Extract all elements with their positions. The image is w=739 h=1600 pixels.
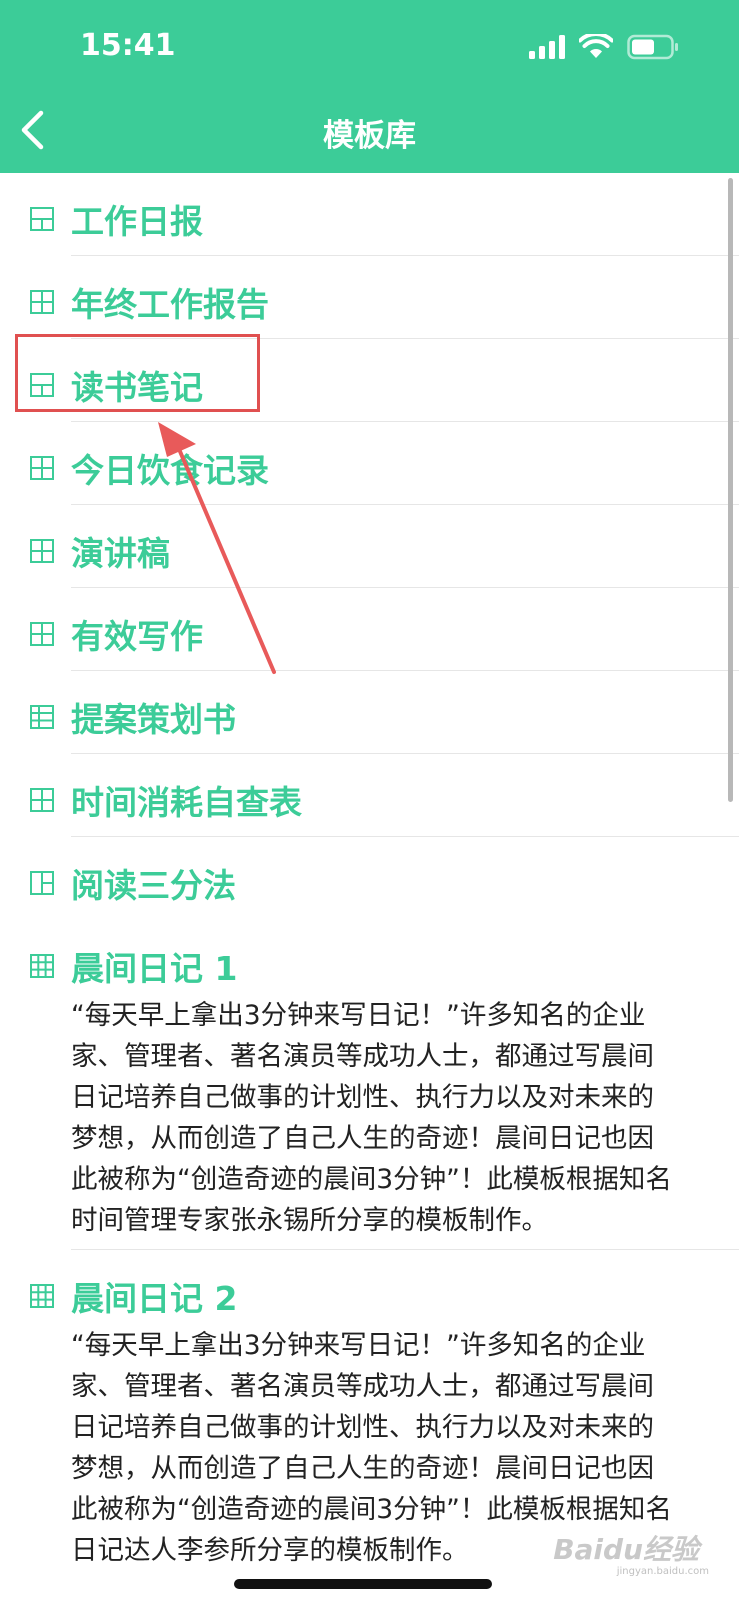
table-template-icon bbox=[30, 871, 54, 895]
template-label: 工作日报 bbox=[71, 202, 203, 241]
wifi-icon bbox=[579, 34, 613, 58]
table-template-icon bbox=[30, 290, 54, 314]
template-label: 晨间日记 2 bbox=[71, 1279, 238, 1318]
table-template-icon bbox=[30, 456, 54, 480]
table-template-icon bbox=[30, 788, 54, 812]
template-item-speech[interactable]: 演讲稿 bbox=[0, 505, 739, 588]
grid-template-icon bbox=[30, 1284, 54, 1308]
template-label: 年终工作报告 bbox=[71, 285, 269, 324]
template-label: 阅读三分法 bbox=[71, 866, 236, 905]
status-icons bbox=[529, 34, 679, 60]
template-label: 有效写作 bbox=[71, 617, 203, 656]
template-item-annual-report[interactable]: 年终工作报告 bbox=[0, 256, 739, 339]
page-title: 模板库 bbox=[323, 118, 416, 154]
status-time: 15:41 bbox=[80, 28, 176, 63]
highlight-box bbox=[15, 334, 260, 412]
template-label: 演讲稿 bbox=[71, 534, 170, 573]
signal-icon bbox=[529, 35, 565, 59]
template-label: 晨间日记 1 bbox=[71, 949, 238, 988]
table-template-icon bbox=[30, 539, 54, 563]
template-label: 今日饮食记录 bbox=[71, 451, 269, 490]
table-template-icon bbox=[30, 622, 54, 646]
template-label: 时间消耗自查表 bbox=[71, 783, 302, 822]
template-label: 提案策划书 bbox=[71, 700, 236, 739]
grid-template-icon bbox=[30, 954, 54, 978]
scrollbar[interactable] bbox=[728, 178, 733, 802]
template-item-work-daily[interactable]: 工作日报 bbox=[0, 173, 739, 256]
template-item-morning-diary-1[interactable]: 晨间日记 1 “每天早上拿出3分钟来写日记！”许多知名的企业 家、管理者、著名演… bbox=[0, 920, 739, 1250]
table-template-icon bbox=[30, 207, 54, 231]
template-item-diet-record[interactable]: 今日饮食记录 bbox=[0, 422, 739, 505]
template-item-proposal[interactable]: 提案策划书 bbox=[0, 671, 739, 754]
app-header: 15:41 模板库 bbox=[0, 0, 739, 173]
template-item-reading-method[interactable]: 阅读三分法 bbox=[0, 837, 739, 920]
home-indicator[interactable] bbox=[234, 1579, 492, 1589]
battery-icon bbox=[627, 34, 678, 60]
table-template-icon bbox=[30, 705, 54, 729]
watermark-url: jingyan.baidu.com bbox=[616, 1566, 709, 1577]
template-description: “每天早上拿出3分钟来写日记！”许多知名的企业 家、管理者、著名演员等成功人士，… bbox=[71, 1000, 672, 1236]
watermark-logo: Baidu经验 bbox=[553, 1533, 699, 1566]
template-item-effective-writing[interactable]: 有效写作 bbox=[0, 588, 739, 671]
template-item-time-audit[interactable]: 时间消耗自查表 bbox=[0, 754, 739, 837]
